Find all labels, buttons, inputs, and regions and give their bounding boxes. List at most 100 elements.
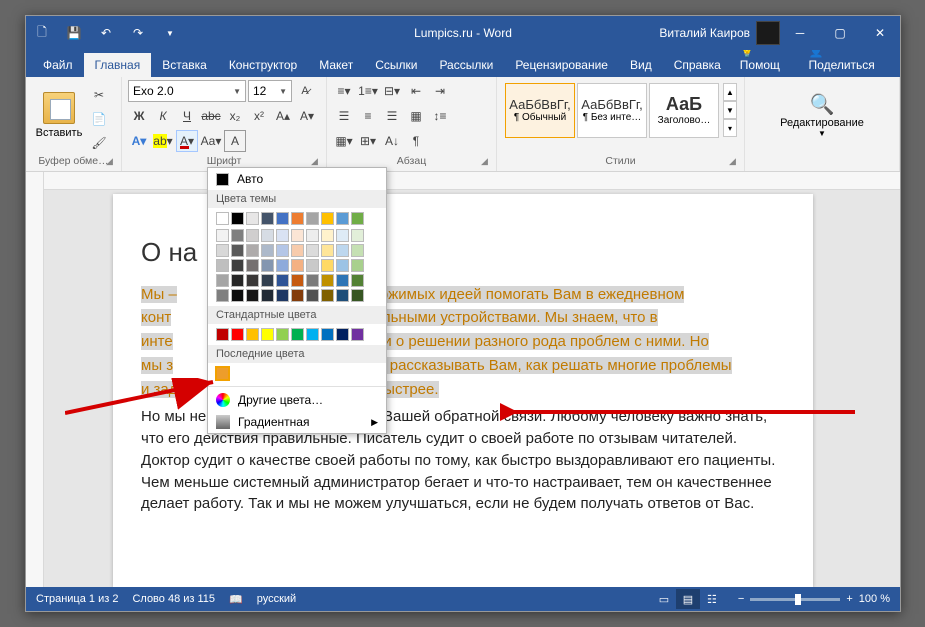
clipboard-launcher[interactable]: ◢ (106, 156, 118, 168)
color-swatch[interactable] (231, 244, 244, 257)
color-swatch[interactable] (291, 274, 304, 287)
zoom-in-icon[interactable]: + (846, 593, 852, 605)
view-print-icon[interactable]: ▤ (676, 589, 700, 609)
color-swatch[interactable] (321, 229, 334, 242)
tab-design[interactable]: Конструктор (218, 53, 308, 77)
zoom-level[interactable]: 100 % (859, 593, 890, 605)
color-swatch[interactable] (276, 289, 289, 302)
bullets-icon[interactable]: ≡▾ (333, 80, 355, 102)
color-swatch[interactable] (321, 289, 334, 302)
editing-button[interactable]: 🔍 Редактирование ▼ (751, 80, 893, 150)
tab-review[interactable]: Рецензирование (504, 53, 619, 77)
more-colors[interactable]: Другие цвета… (208, 389, 386, 411)
italic-button[interactable]: К (152, 105, 174, 127)
color-swatch[interactable] (231, 212, 244, 225)
color-swatch[interactable] (216, 229, 229, 242)
color-swatch[interactable] (291, 244, 304, 257)
color-swatch[interactable] (246, 289, 259, 302)
color-swatch[interactable] (306, 328, 319, 341)
tab-references[interactable]: Ссылки (364, 53, 428, 77)
gradient-fill[interactable]: Градиентная ▶ (208, 411, 386, 433)
font-color-button[interactable]: A▾ (176, 130, 198, 152)
color-swatch[interactable] (261, 244, 274, 257)
color-swatch[interactable] (306, 259, 319, 272)
zoom-out-icon[interactable]: − (738, 593, 744, 605)
styles-launcher[interactable]: ◢ (729, 156, 741, 168)
color-swatch[interactable] (321, 212, 334, 225)
line-spacing-icon[interactable]: ↕≡ (429, 105, 451, 127)
paste-button[interactable]: Вставить (32, 80, 86, 150)
shading-icon[interactable]: ▦▾ (333, 130, 355, 152)
color-swatch[interactable] (276, 274, 289, 287)
color-swatch[interactable] (291, 212, 304, 225)
view-read-icon[interactable]: ▭ (652, 589, 676, 609)
color-swatch[interactable] (276, 244, 289, 257)
underline-button[interactable]: Ч (176, 105, 198, 127)
color-swatch[interactable] (351, 328, 364, 341)
paragraph-launcher[interactable]: ◢ (481, 156, 493, 168)
color-swatch[interactable] (231, 328, 244, 341)
color-swatch[interactable] (306, 244, 319, 257)
color-swatch[interactable] (261, 259, 274, 272)
color-swatch[interactable] (306, 274, 319, 287)
status-lang[interactable]: русский (257, 593, 296, 605)
color-swatch[interactable] (336, 212, 349, 225)
style-no-spacing[interactable]: АаБбВвГг, ¶ Без инте… (577, 83, 647, 138)
color-swatch[interactable] (306, 229, 319, 242)
styles-down-icon[interactable]: ▼ (723, 101, 737, 119)
tab-help[interactable]: Справка (663, 53, 732, 77)
color-swatch[interactable] (336, 274, 349, 287)
color-swatch[interactable] (216, 328, 229, 341)
tab-layout[interactable]: Макет (308, 53, 364, 77)
copy-icon[interactable]: 📄 (88, 108, 110, 130)
format-painter-icon[interactable]: 🖌 (88, 132, 110, 154)
close-button[interactable]: ✕ (860, 16, 900, 50)
color-swatch[interactable] (336, 229, 349, 242)
proofing-icon[interactable]: 📖 (229, 593, 243, 606)
zoom-slider[interactable] (750, 598, 840, 601)
color-swatch[interactable] (351, 274, 364, 287)
style-heading1[interactable]: АаБ Заголово… (649, 83, 719, 138)
color-swatch[interactable] (246, 328, 259, 341)
color-swatch[interactable] (231, 289, 244, 302)
redo-icon[interactable]: ↷ (122, 16, 154, 50)
color-swatch[interactable] (336, 328, 349, 341)
color-swatch[interactable] (351, 244, 364, 257)
tab-home[interactable]: Главная (84, 53, 152, 77)
color-swatch[interactable] (216, 259, 229, 272)
color-swatch[interactable] (276, 259, 289, 272)
style-normal[interactable]: АаБбВвГг, ¶ Обычный (505, 83, 575, 138)
color-swatch[interactable] (351, 229, 364, 242)
color-swatch[interactable] (321, 274, 334, 287)
minimize-button[interactable]: ─ (780, 16, 820, 50)
color-swatch[interactable] (291, 289, 304, 302)
change-case-icon[interactable]: Aa▾ (200, 130, 222, 152)
color-swatch[interactable] (291, 328, 304, 341)
status-words[interactable]: Слово 48 из 115 (132, 593, 215, 605)
align-right-icon[interactable]: ☰ (381, 105, 403, 127)
font-size-combo[interactable]: 12▼ (248, 80, 292, 102)
show-marks-icon[interactable]: ¶ (405, 130, 427, 152)
bold-button[interactable]: Ж (128, 105, 150, 127)
borders-icon[interactable]: ⊞▾ (357, 130, 379, 152)
indent-icon[interactable]: ⇥ (429, 80, 451, 102)
color-swatch[interactable] (351, 289, 364, 302)
tab-insert[interactable]: Вставка (151, 53, 218, 77)
color-swatch[interactable] (291, 229, 304, 242)
cut-icon[interactable]: ✂ (88, 84, 110, 106)
highlight-icon[interactable]: ab▾ (152, 130, 174, 152)
color-swatch[interactable] (276, 229, 289, 242)
autosave-icon[interactable]: 🗋 (26, 16, 58, 50)
color-swatch[interactable] (261, 274, 274, 287)
color-swatch[interactable] (306, 212, 319, 225)
color-swatch[interactable] (291, 259, 304, 272)
tab-file[interactable]: Файл (32, 53, 84, 77)
styles-up-icon[interactable]: ▲ (723, 83, 737, 101)
color-swatch[interactable] (246, 274, 259, 287)
multilevel-icon[interactable]: ⊟▾ (381, 80, 403, 102)
color-swatch[interactable] (246, 229, 259, 242)
color-swatch[interactable] (216, 212, 229, 225)
color-swatch[interactable] (321, 244, 334, 257)
view-web-icon[interactable]: ☷ (700, 589, 724, 609)
font-name-combo[interactable]: Exo 2.0▼ (128, 80, 246, 102)
